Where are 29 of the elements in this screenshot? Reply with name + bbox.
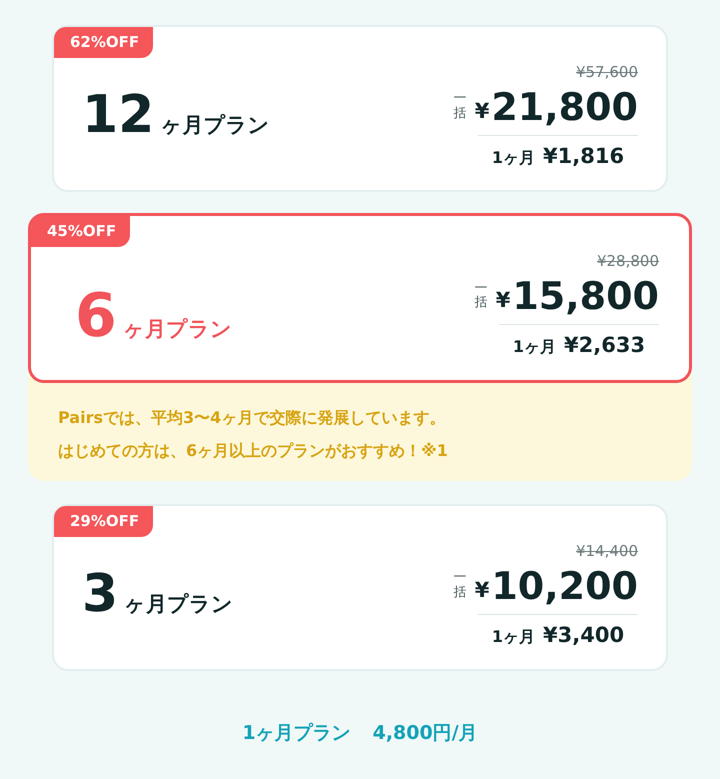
monthly-price: ¥1,816 bbox=[543, 144, 624, 168]
original-price: ¥57,600 bbox=[576, 62, 638, 80]
original-price: ¥28,800 bbox=[596, 252, 659, 270]
currency-symbol: ¥ bbox=[496, 288, 510, 312]
original-price: ¥14,400 bbox=[576, 542, 638, 560]
discount-badge: 62%OFF bbox=[54, 27, 154, 58]
plan-price: 10,200 bbox=[491, 564, 638, 608]
plan-months: 3 bbox=[82, 564, 118, 624]
discount-badge: 29%OFF bbox=[54, 506, 154, 537]
lump-sum-label: 一括 bbox=[474, 282, 488, 310]
recommendation-text: Pairsでは、平均3〜4ヶ月で交際に発展しています。 bbox=[58, 407, 446, 429]
currency-symbol: ¥ bbox=[474, 578, 490, 602]
monthly-price: ¥2,633 bbox=[564, 333, 646, 357]
monthly-label: 1ヶ月 bbox=[512, 337, 556, 358]
currency-symbol: ¥ bbox=[474, 98, 490, 122]
monthly-label: 1ヶ月 bbox=[492, 148, 536, 168]
plan-price: 21,800 bbox=[491, 84, 638, 128]
plan-months: 12 bbox=[82, 84, 154, 144]
plan-months: 6 bbox=[75, 281, 117, 351]
plan-unit: ヶ月プラン bbox=[122, 316, 232, 343]
lump-sum-label: 一括 bbox=[454, 92, 467, 121]
monthly-price: ¥3,400 bbox=[543, 622, 624, 646]
lump-sum-label: 一括 bbox=[454, 571, 467, 600]
discount-badge: 45%OFF bbox=[31, 216, 130, 247]
plan-unit: ヶ月プラン bbox=[160, 112, 270, 138]
monthly-label: 1ヶ月 bbox=[492, 626, 536, 648]
plan-price: 15,800 bbox=[512, 274, 659, 318]
recommendation-text: はじめての方は、6ヶ月以上のプランがおすすめ！※1 bbox=[58, 440, 449, 462]
plan-unit: ヶ月プラン bbox=[124, 590, 234, 618]
